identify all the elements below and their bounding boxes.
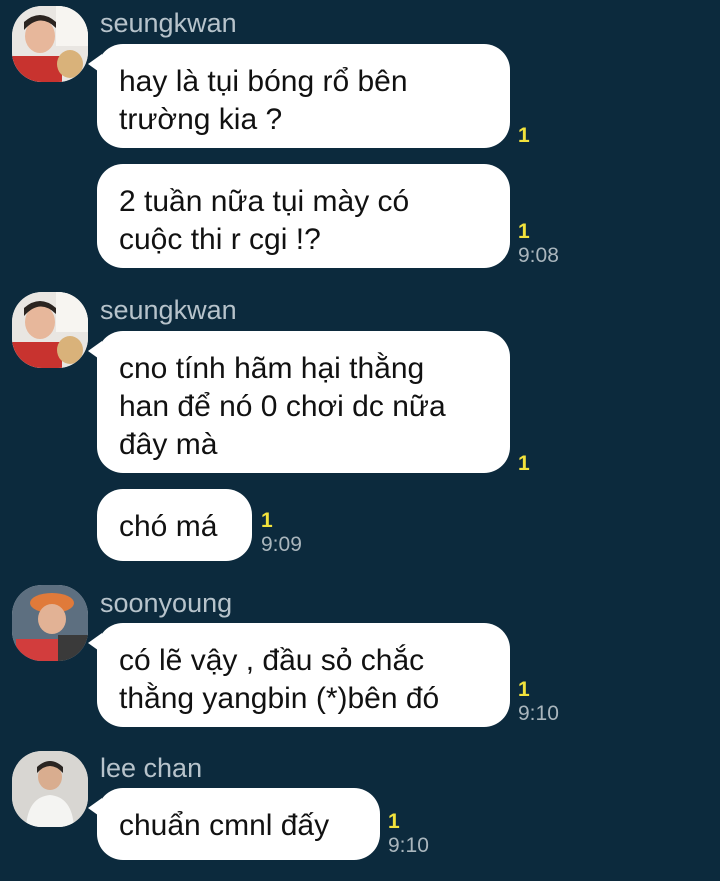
message-bubble[interactable]: hay là tụi bóng rổ bên trường kia ? (88, 44, 510, 148)
message-meta: 1 (518, 124, 530, 148)
sender-name: seungkwan (100, 295, 237, 325)
message-meta: 1 9:08 (518, 220, 559, 268)
message-bubble[interactable]: có lẽ vậy , đầu sỏ chắc thằng yangbin (*… (88, 623, 510, 727)
avatar-lee-chan[interactable] (12, 751, 88, 827)
message-meta: 1 9:10 (518, 678, 559, 726)
message-meta: 1 9:09 (261, 509, 302, 557)
message-line: 2 tuần nữa tụi mày có (119, 185, 410, 218)
message-line: cno tính hãm hại thằng (119, 352, 425, 385)
message-bubble[interactable]: 2 tuần nữa tụi mày có cuộc thi r cgi !? (97, 164, 510, 268)
message-line: đây mà (119, 428, 218, 461)
sender-name: seungkwan (100, 8, 237, 38)
sender-name: lee chan (100, 753, 203, 783)
sender-name: soonyoung (100, 588, 233, 618)
avatar-photo-icon (12, 6, 88, 82)
avatar-soonyoung[interactable] (12, 585, 88, 661)
avatar-photo-icon (12, 292, 88, 368)
avatar-seungkwan[interactable] (12, 6, 88, 82)
message-time: 9:10 (518, 702, 559, 725)
message-line: trường kia ? (119, 103, 283, 136)
message-time: 9:10 (388, 834, 429, 857)
message-line: thằng yangbin (*)bên đó (119, 682, 440, 715)
unread-count: 1 (518, 220, 530, 243)
message-line: có lẽ vậy , đầu sỏ chắc (119, 644, 425, 677)
unread-count: 1 (261, 509, 273, 532)
message-line: hay là tụi bóng rổ bên (119, 65, 408, 98)
message-bubble[interactable]: chuẩn cmnl đấy (88, 788, 380, 860)
unread-count: 1 (518, 124, 530, 147)
message-line: han để nó 0 chơi dc nữa (119, 390, 446, 423)
message-line: chó má (119, 510, 218, 543)
message-line: cuộc thi r cgi !? (119, 223, 321, 256)
avatar-photo-icon (12, 585, 88, 661)
avatar-photo-icon (12, 751, 88, 827)
unread-count: 1 (518, 678, 530, 701)
message-bubble[interactable]: cno tính hãm hại thằng han để nó 0 chơi … (88, 331, 510, 473)
message-meta: 1 9:10 (388, 810, 429, 858)
message-time: 9:08 (518, 244, 559, 267)
unread-count: 1 (388, 810, 400, 833)
message-meta: 1 (518, 452, 530, 476)
message-bubble[interactable]: chó má (97, 489, 252, 561)
avatar-seungkwan[interactable] (12, 292, 88, 368)
unread-count: 1 (518, 452, 530, 475)
message-time: 9:09 (261, 533, 302, 556)
chat-area[interactable]: seungkwan hay là tụi bóng rổ bên trường … (0, 0, 720, 881)
message-line: chuẩn cmnl đấy (119, 809, 330, 842)
